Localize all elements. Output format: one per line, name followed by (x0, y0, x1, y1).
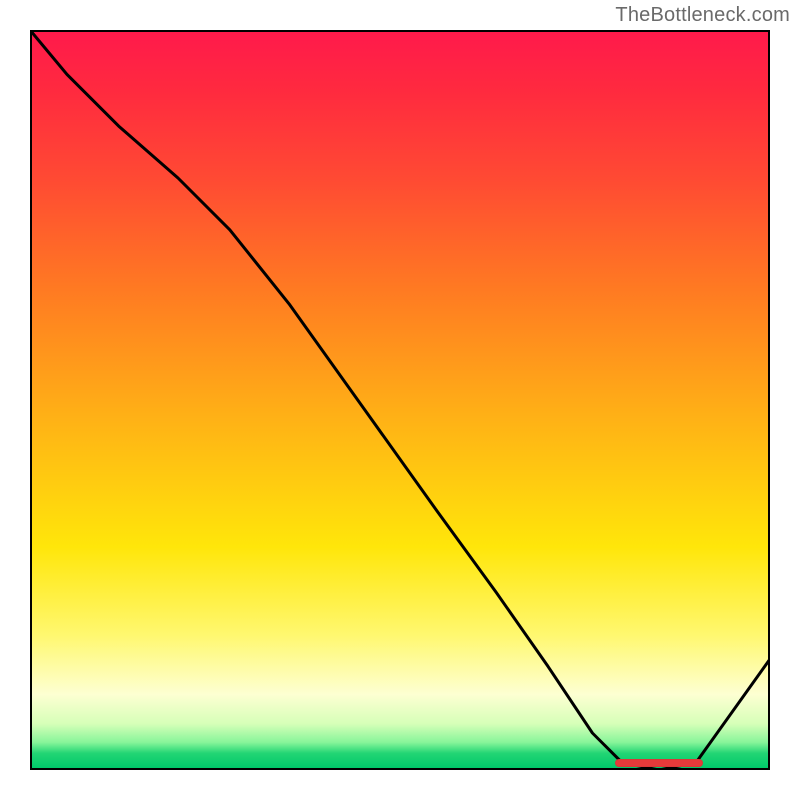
plot-area (30, 30, 770, 770)
watermark-text: TheBottleneck.com (615, 4, 790, 27)
chart-root: TheBottleneck.com (0, 0, 800, 800)
gradient-bg (30, 30, 770, 770)
bottleneck-marker (615, 759, 704, 767)
